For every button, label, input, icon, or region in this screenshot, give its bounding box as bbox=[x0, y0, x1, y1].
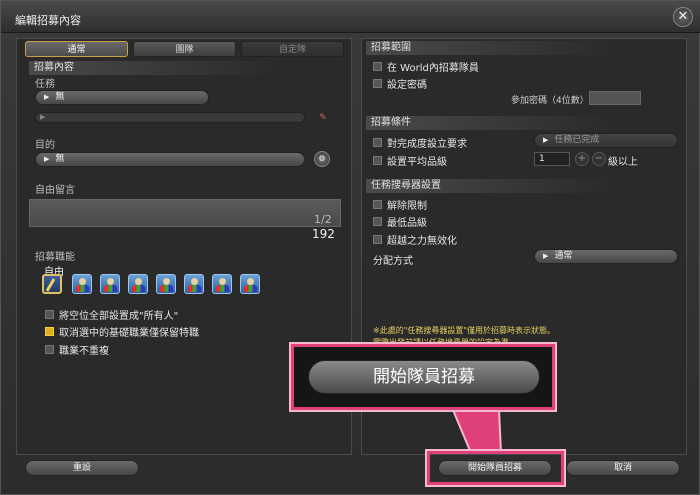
recruitment-edit-window: 編輯招募內容 ✕ 通常 團隊 自定隊 招募內容 任務 ▶ 無 ▶ ✎ 目的 ▶ 無 … bbox=[0, 0, 700, 495]
callout-arrow bbox=[451, 409, 503, 454]
zoomed-start-button: 開始隊員招募 bbox=[308, 360, 540, 394]
highlight-frame bbox=[427, 451, 564, 485]
